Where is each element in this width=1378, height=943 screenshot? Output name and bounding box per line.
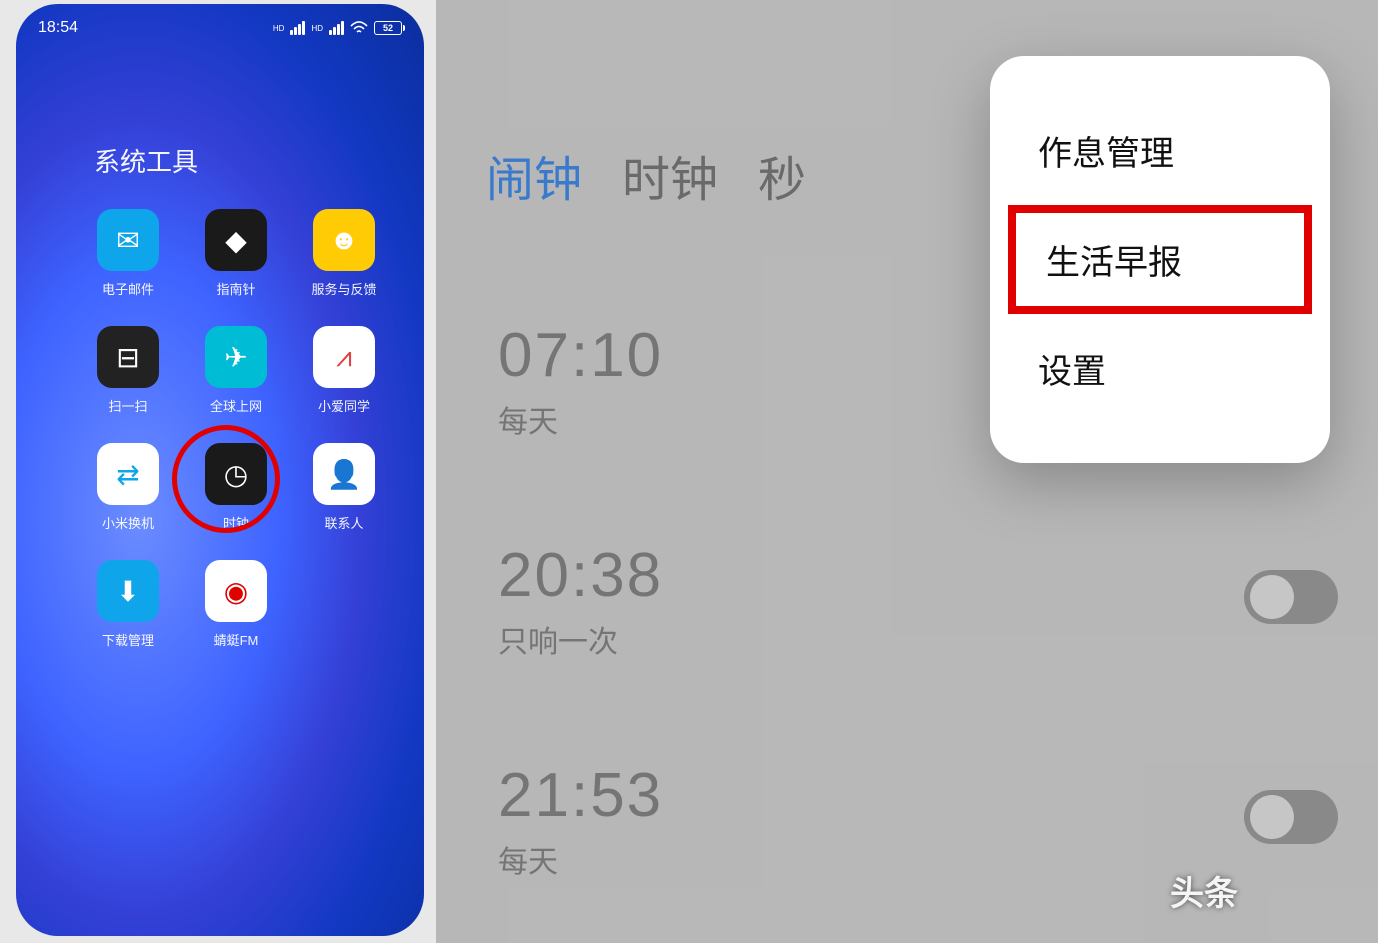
status-right: HD HD 52 [273,21,402,35]
menu-item-morning-report[interactable]: 生活早报 [1008,205,1312,314]
app-mimover[interactable]: ⇄ 小米换机 [88,443,168,532]
app-label: 服务与反馈 [311,279,376,298]
battery-level: 52 [383,23,393,33]
app-label: 扫一扫 [108,396,147,415]
clock-icon: ◷ [205,443,267,505]
app-qingting[interactable]: ◉ 蜻蜓FM [196,560,276,649]
folder-title: 系统工具 [16,42,424,209]
status-time: 18:54 [38,19,78,37]
roaming-icon: ✈ [205,326,267,388]
app-label: 电子邮件 [102,279,154,298]
feedback-icon: ☻ [313,209,375,271]
status-bar: 18:54 HD HD 52 [16,4,424,42]
app-mail[interactable]: ✉ 电子邮件 [88,209,168,298]
app-label: 联系人 [324,513,363,532]
app-roaming[interactable]: ✈ 全球上网 [196,326,276,415]
xiaoai-icon: ⩘ [313,326,375,388]
app-label: 下载管理 [102,630,154,649]
clock-app-screen: 闹钟 时钟 秒 07:10 每天 20:38 只响一次 21:53 每天 头条 … [436,0,1378,943]
menu-item-settings[interactable]: 设置 [990,314,1330,423]
app-label: 小米换机 [102,513,154,532]
signal-bars-2-icon [329,21,344,35]
app-scan[interactable]: ⊟ 扫一扫 [88,326,168,415]
battery-icon: 52 [374,21,402,35]
app-contacts[interactable]: 👤 联系人 [304,443,384,532]
overflow-menu: 作息管理 生活早报 设置 [990,56,1330,463]
hd-indicator-2: HD [311,24,323,33]
app-compass[interactable]: ◆ 指南针 [196,209,276,298]
app-label: 全球上网 [210,396,262,415]
app-clock[interactable]: ◷ 时钟 [196,443,276,532]
app-feedback[interactable]: ☻ 服务与反馈 [304,209,384,298]
phone-home-screen: 18:54 HD HD 52 系统工具 ✉ 电子邮件 ◆ 指南针 ☻ 服务与反馈 ⊟ 扫一扫 ✈… [16,4,424,936]
download-icon: ⬇ [97,560,159,622]
app-download[interactable]: ⬇ 下载管理 [88,560,168,649]
app-xiaoai[interactable]: ⩘ 小爱同学 [304,326,384,415]
app-grid: ✉ 电子邮件 ◆ 指南针 ☻ 服务与反馈 ⊟ 扫一扫 ✈ 全球上网 ⩘ 小爱同学 ⇄ 小米换机 ◷ 时钟 👤 联系… [16,209,424,649]
wifi-icon [350,21,368,35]
app-label: 时钟 [223,513,249,532]
hd-indicator-1: HD [273,24,285,33]
app-label: 小爱同学 [318,396,370,415]
signal-bars-1-icon [290,21,305,35]
scan-icon: ⊟ [97,326,159,388]
mimover-icon: ⇄ [97,443,159,505]
app-label: 指南针 [216,279,255,298]
app-label: 蜻蜓FM [214,630,259,649]
contacts-icon: 👤 [313,443,375,505]
compass-icon: ◆ [205,209,267,271]
menu-item-schedule[interactable]: 作息管理 [990,96,1330,205]
qingting-icon: ◉ [205,560,267,622]
mail-icon: ✉ [97,209,159,271]
